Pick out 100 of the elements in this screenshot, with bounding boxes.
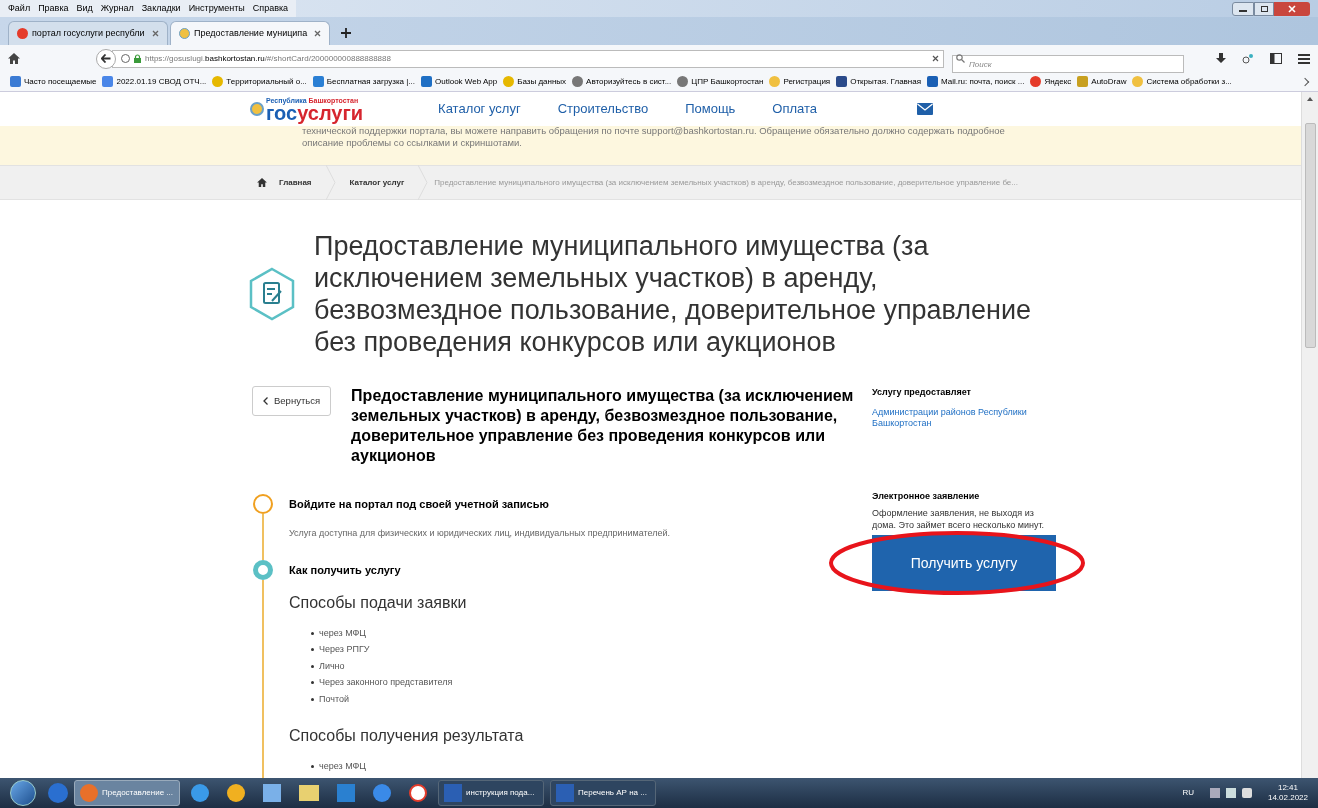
scrollbar-thumb[interactable] — [1304, 123, 1316, 348]
app-icon — [80, 784, 98, 802]
home-icon[interactable] — [8, 53, 20, 64]
service-title: Предоставление муниципального имущества (за исключением земельных участков) в аренду, безвозмездное пользование, доверительное управление без проведения конкурсов или аукционов — [351, 386, 855, 466]
bookmark-icon — [1132, 76, 1144, 87]
bookmark-icon — [677, 76, 689, 87]
app-icon — [373, 784, 391, 802]
bookmark[interactable]: AutoDraw — [1077, 75, 1127, 88]
list-item: Лично — [319, 659, 345, 673]
bookmark-icon — [572, 76, 584, 87]
app-icon — [263, 784, 281, 802]
bookmark[interactable]: Авторизуйтесь в сист... — [572, 75, 672, 88]
language-indicator[interactable]: RU — [1182, 787, 1194, 799]
favicon-icon — [179, 28, 190, 39]
menu-item[interactable]: Файл — [8, 1, 31, 16]
provider-heading: Услугу предоставляет — [872, 386, 973, 399]
bullet-icon — [311, 697, 314, 701]
document-edit-icon — [248, 267, 296, 321]
restore-icon[interactable] — [1254, 2, 1274, 16]
minimize-icon[interactable] — [1232, 2, 1254, 16]
url-text: https://gosuslugi.bashkortostan.ru/#/shortCard/200000000888888888 — [145, 52, 392, 65]
section-heading: Способы подачи заявки — [289, 592, 468, 613]
tray-icon[interactable] — [1225, 788, 1236, 798]
taskbar-button[interactable]: инструкция пода... — [438, 780, 544, 806]
notice-text: технической поддержки портала, вы можете направить обращения по почте support@bashkortostan.ru. Обращение обязательно должно содержать подробное — [302, 125, 1006, 137]
bookmark-icon — [1030, 76, 1042, 87]
step-title: Как получить услугу — [289, 563, 402, 578]
app-icon — [227, 784, 245, 802]
bookmark[interactable]: Территориальный о... — [212, 75, 307, 88]
bullet-icon — [311, 765, 314, 769]
bookmark[interactable]: 2022.01.19 СВОД ОТЧ... — [102, 75, 207, 88]
menu-item[interactable]: Справка — [252, 1, 289, 16]
new-tab-icon[interactable] — [340, 27, 352, 39]
bookmark-icon — [102, 76, 114, 87]
bookmark-icon — [421, 76, 433, 87]
start-button[interactable] — [10, 780, 36, 806]
clock[interactable]: 12:41 14.02.2022 — [1267, 783, 1308, 803]
favicon-icon — [17, 28, 28, 39]
bullet-icon — [311, 681, 314, 685]
provider-link[interactable]: Администрации районов Республики Башкортостан — [872, 406, 1072, 429]
bookmark[interactable]: Outlook Web App — [421, 75, 498, 88]
bookmark[interactable]: Базы данных — [503, 75, 567, 88]
volume-icon[interactable] — [1241, 788, 1252, 798]
extension-icon[interactable] — [1242, 52, 1254, 65]
sidebar-icon[interactable] — [1270, 53, 1282, 64]
bookmark[interactable]: Регистрация — [769, 75, 831, 88]
e-application-text: Оформление заявления, не выходя из дома. Это займет всего несколько минут. — [872, 507, 1045, 531]
menu-icon[interactable] — [1298, 53, 1310, 64]
scrollbar[interactable] — [1301, 92, 1318, 778]
bookmark-icon — [836, 76, 848, 87]
list-item: Через РПГУ — [319, 643, 370, 656]
list-item: через МФЦ — [319, 760, 367, 773]
close-icon[interactable] — [152, 30, 159, 37]
get-service-button[interactable]: Получить услугу — [872, 535, 1056, 591]
bookmark-icon — [1077, 76, 1089, 87]
nav-link[interactable]: Оплата — [772, 99, 818, 119]
address-field[interactable]: https://gosuslugi.bashkortostan.ru/#/shortCard/200000000888888888 — [112, 49, 944, 68]
menu-item[interactable]: Инструменты — [188, 1, 245, 16]
breadcrumb-link[interactable]: Главная — [279, 176, 312, 189]
menu-item[interactable]: Вид — [76, 1, 93, 16]
bookmark[interactable]: Яндекс — [1030, 75, 1072, 88]
browser-tab[interactable]: портал госуслуги республи — [8, 21, 168, 45]
bookmark-icon — [769, 76, 781, 87]
bookmark[interactable]: Бесплатная загрузка |... — [312, 75, 416, 88]
bookmark[interactable]: Часто посещаемые — [10, 75, 97, 88]
search-field[interactable]: Поиск — [952, 55, 1184, 73]
app-icon — [337, 784, 355, 802]
taskbar-button[interactable]: Перечень АР на ... — [550, 780, 656, 806]
back-icon[interactable] — [96, 48, 116, 69]
app-icon[interactable] — [48, 783, 68, 803]
download-icon[interactable] — [1216, 53, 1226, 64]
menu-item[interactable]: Журнал — [100, 1, 134, 16]
bookmark[interactable]: ЦПР Башкортостан — [677, 75, 764, 88]
notice-text: описание проблемы со ссылками и скриншотами. — [302, 137, 523, 149]
browser-tab[interactable]: Предоставление муниципа — [170, 21, 330, 45]
close-icon[interactable] — [1274, 2, 1310, 16]
mail-icon[interactable] — [917, 103, 934, 115]
app-icon — [444, 784, 462, 802]
search-icon — [956, 54, 965, 63]
section-heading: Способы получения результата — [289, 726, 524, 746]
bookmark[interactable]: Mail.ru: почта, поиск ... — [927, 75, 1025, 88]
bookmark-icon — [212, 76, 224, 87]
menu-item[interactable]: Закладки — [141, 1, 181, 16]
back-button[interactable]: Вернуться — [252, 386, 332, 416]
bookmark[interactable]: Система обработки з... — [1132, 75, 1232, 88]
nav-link[interactable]: Каталог услуг — [438, 99, 521, 119]
e-application-heading: Электронное заявление — [872, 489, 981, 503]
nav-link[interactable]: Строительство — [557, 99, 649, 119]
scroll-up-icon[interactable] — [1307, 97, 1313, 101]
taskbar-button[interactable]: Предоставление ... — [74, 780, 180, 806]
clear-icon[interactable] — [932, 55, 939, 62]
folder-icon — [299, 785, 319, 801]
app-icon — [556, 784, 574, 802]
menu-item[interactable]: Правка — [38, 1, 69, 16]
step-title: Войдите на портал под своей учетной записью — [289, 497, 550, 512]
nav-link[interactable]: Помощь — [685, 99, 736, 119]
tray-icon[interactable] — [1209, 788, 1220, 798]
close-icon[interactable] — [314, 30, 321, 37]
breadcrumb-link[interactable]: Каталог услуг — [349, 176, 405, 189]
bookmark[interactable]: Открытая. Главная — [836, 75, 922, 88]
